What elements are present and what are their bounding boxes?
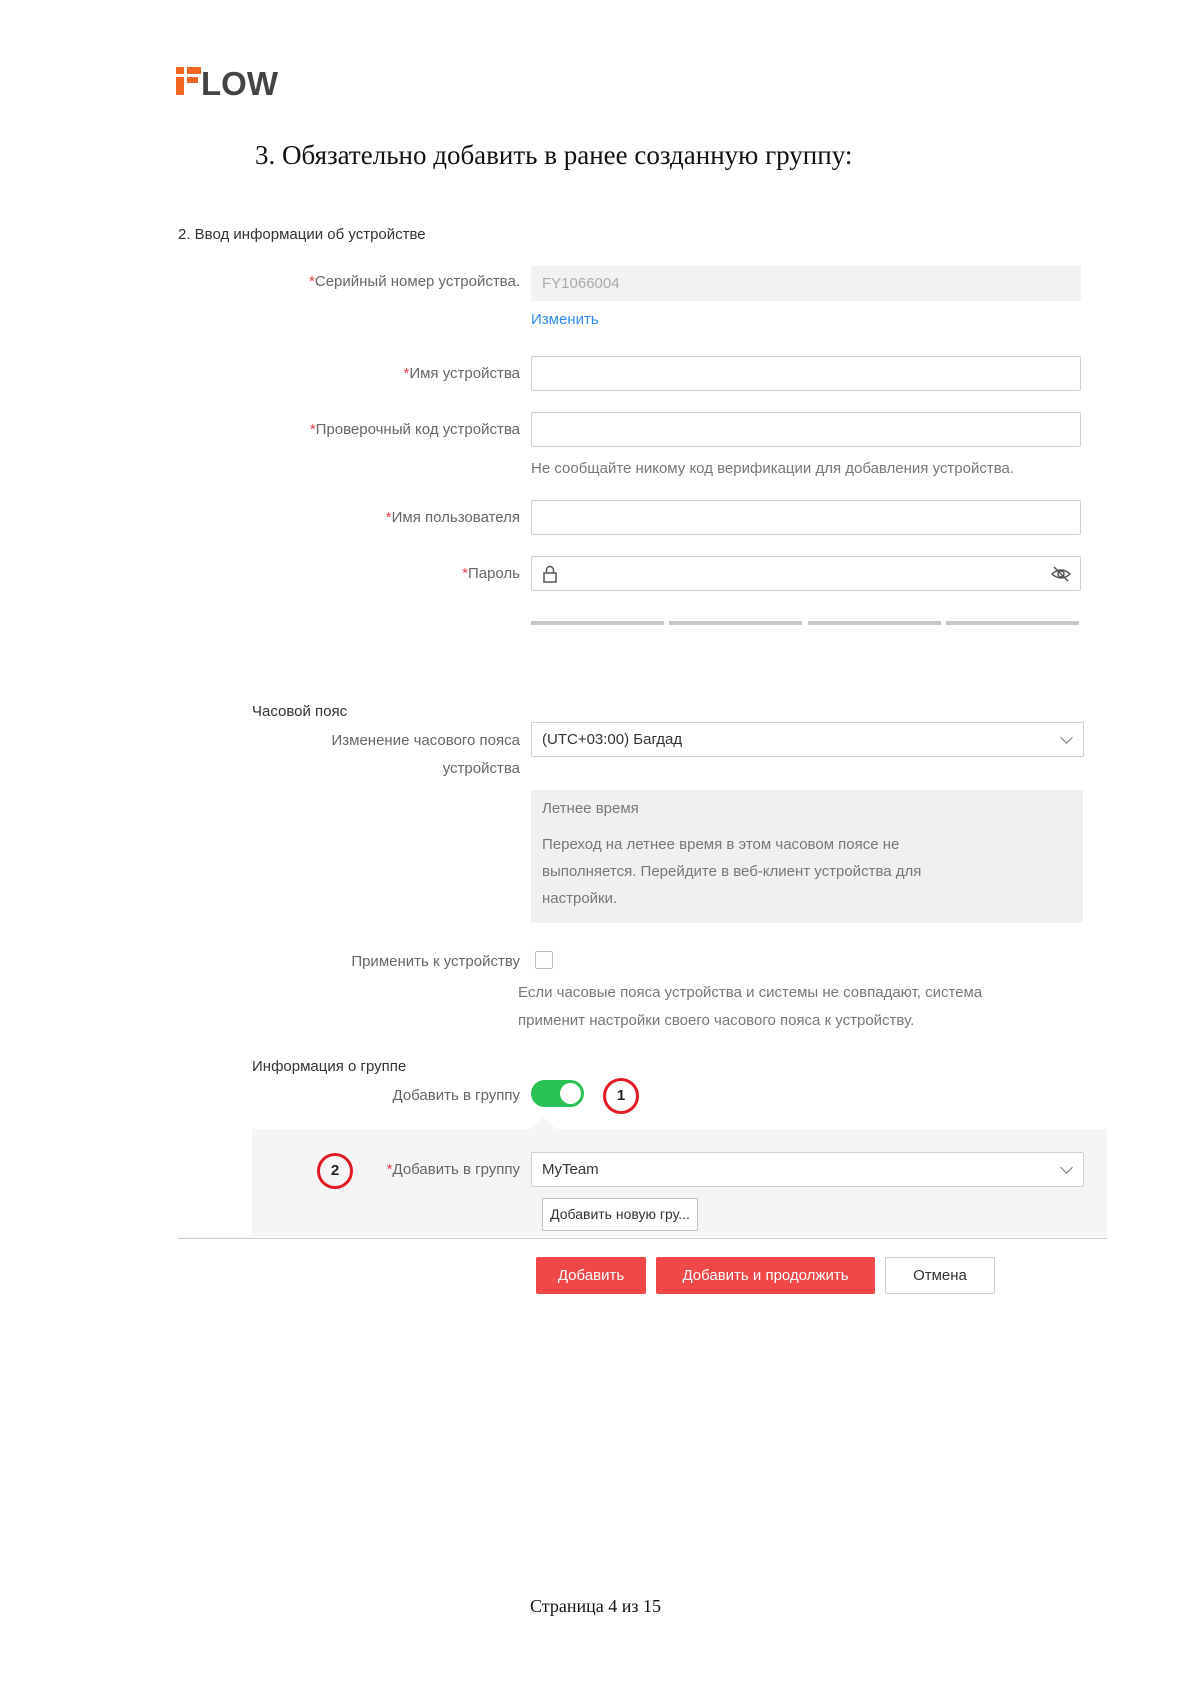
dst-info-box: Летнее время Переход на летнее время в э… <box>531 790 1083 923</box>
serial-label: *Серийный номер устройства. <box>309 273 520 290</box>
svg-text:LOW: LOW <box>201 65 279 98</box>
group-select[interactable]: MyTeam <box>531 1152 1084 1187</box>
verify-code-label: *Проверочный код устройства <box>309 421 520 438</box>
toggle-knob <box>560 1083 581 1104</box>
page-heading: 3. Обязательно добавить в ранее созданну… <box>255 140 853 170</box>
eye-off-icon[interactable] <box>1050 565 1072 588</box>
username-input[interactable] <box>531 500 1081 535</box>
password-input[interactable] <box>531 556 1081 591</box>
flow-logo-graphic: LOW <box>176 65 279 98</box>
password-strength-segment <box>946 621 1079 625</box>
lock-icon <box>542 565 558 588</box>
group-select-value: MyTeam <box>542 1161 599 1178</box>
apply-to-device-hint: Если часовые пояса устройства и системы … <box>518 984 983 1029</box>
apply-to-device-label: Применить к устройству <box>351 953 520 970</box>
add-and-continue-button[interactable]: Добавить и продолжить <box>656 1257 875 1294</box>
verify-code-input[interactable] <box>531 412 1081 447</box>
chevron-down-icon <box>1060 1161 1073 1174</box>
password-strength-segment <box>531 621 664 625</box>
device-name-label: *Имя устройства <box>403 365 520 382</box>
apply-to-device-checkbox[interactable] <box>535 951 553 969</box>
timezone-heading: Часовой пояс <box>252 703 348 720</box>
serial-field: FY1066004 <box>531 266 1081 301</box>
cancel-button[interactable]: Отмена <box>885 1257 995 1294</box>
add-to-group-toggle-label: Добавить в группу <box>392 1087 521 1104</box>
timezone-value: (UTC+03:00) Багдад <box>542 731 683 748</box>
password-strength-segment <box>669 621 802 625</box>
change-serial-link[interactable]: Изменить <box>531 311 599 328</box>
panel-notch <box>530 1117 556 1129</box>
dst-title: Летнее время <box>542 800 639 817</box>
add-new-group-button[interactable]: Добавить новую гру... <box>542 1198 698 1231</box>
add-to-group-toggle[interactable] <box>531 1080 584 1107</box>
section-title: 2. Ввод информации об устройстве <box>178 226 426 243</box>
device-name-input[interactable] <box>531 356 1081 391</box>
password-strength-segment <box>808 621 941 625</box>
chevron-down-icon <box>1060 731 1073 744</box>
group-info-heading: Информация о группе <box>252 1058 407 1075</box>
dst-text: Переход на летнее время в этом часовом п… <box>542 836 922 907</box>
page-footer: Страница 4 из 15 <box>530 1596 661 1616</box>
timezone-label-line1: Изменение часового пояса <box>331 732 520 749</box>
timezone-select[interactable]: (UTC+03:00) Багдад <box>531 722 1084 757</box>
form-divider <box>178 1238 1107 1239</box>
verify-code-hint: Не сообщайте никому код верификации для … <box>531 460 1015 477</box>
add-button[interactable]: Добавить <box>536 1257 646 1294</box>
annotation-marker-1: 1 <box>603 1078 639 1114</box>
flow-logo: LOW <box>176 64 286 98</box>
group-select-label: *Добавить в группу <box>386 1161 520 1178</box>
username-label: *Имя пользователя <box>385 509 520 526</box>
timezone-label-line2: устройства <box>442 760 520 777</box>
password-label: *Пароль <box>462 565 520 582</box>
serial-value: FY1066004 <box>542 275 620 292</box>
